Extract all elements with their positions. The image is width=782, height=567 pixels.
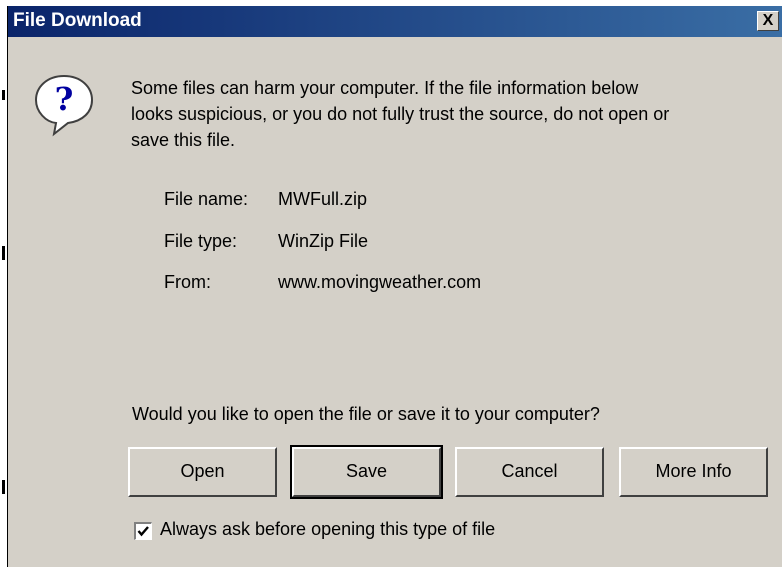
- warning-line: Some files can harm your computer. If th…: [131, 78, 639, 98]
- file-type-label: File type:: [164, 231, 238, 251]
- warning-message: Some files can harm your computer. If th…: [131, 75, 771, 153]
- always-ask-label[interactable]: Always ask before opening this type of f…: [160, 519, 495, 540]
- warning-line: looks suspicious, or you do not fully tr…: [131, 104, 670, 124]
- file-from-value: www.movingweather.com: [278, 272, 482, 292]
- file-from-label: From:: [164, 272, 211, 292]
- svg-text:?: ?: [55, 80, 74, 118]
- checkmark-icon: [137, 526, 149, 537]
- more-info-button[interactable]: More Info: [619, 447, 768, 497]
- title-bar[interactable]: File Download X: [8, 6, 782, 37]
- dialog-title: File Download: [13, 10, 142, 31]
- warning-line: save this file.: [131, 130, 236, 150]
- background-window-edge: [2, 480, 5, 494]
- open-or-save-question: Would you like to open the file or save …: [132, 404, 600, 424]
- cancel-button[interactable]: Cancel: [455, 447, 604, 497]
- file-type-value: WinZip File: [278, 231, 369, 251]
- file-name-label: File name:: [164, 189, 249, 209]
- close-button[interactable]: X: [757, 11, 779, 31]
- save-button[interactable]: Save: [290, 445, 443, 499]
- background-window-edge: [2, 90, 5, 100]
- question-icon: ?: [34, 74, 94, 137]
- always-ask-checkbox[interactable]: [134, 522, 152, 540]
- open-button[interactable]: Open: [128, 447, 277, 497]
- background-window-edge: [2, 246, 5, 260]
- file-name-value: MWFull.zip: [278, 189, 367, 209]
- file-download-dialog: File Download X ? Some files can harm yo…: [7, 6, 782, 567]
